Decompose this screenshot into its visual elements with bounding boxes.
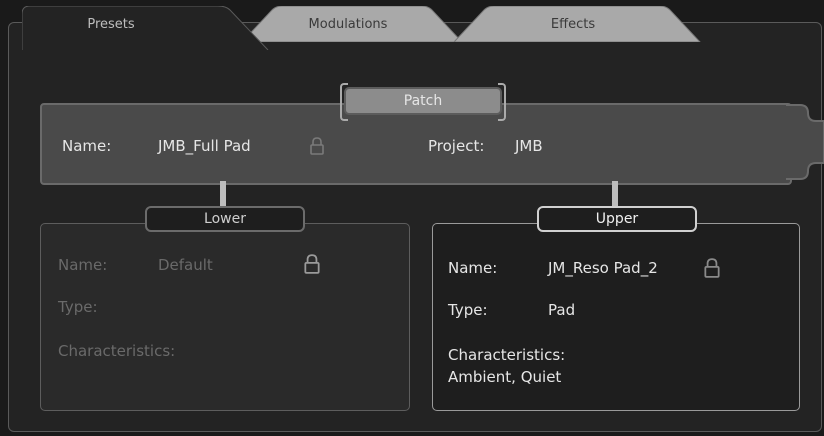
patch-name-label: Name: xyxy=(62,137,112,155)
tab-presets[interactable]: Presets xyxy=(22,6,270,50)
lock-icon[interactable] xyxy=(310,137,324,155)
patch-title: Patch xyxy=(340,83,506,121)
upper-title: Upper xyxy=(537,206,697,232)
patch-name-value[interactable]: JMB_Full Pad xyxy=(158,137,251,155)
patch-panel-extension xyxy=(786,104,824,180)
tab-label: Effects xyxy=(550,16,596,32)
tab-shape xyxy=(22,6,269,50)
lock-icon[interactable] xyxy=(704,258,720,278)
tab-label: Presets xyxy=(87,16,135,32)
lock-icon[interactable] xyxy=(304,254,320,274)
tab-effects[interactable]: Effects xyxy=(444,6,702,42)
lower-title: Lower xyxy=(145,206,305,232)
upper-type-label: Type: xyxy=(448,301,488,319)
upper-name-label: Name: xyxy=(448,259,498,277)
lower-panel xyxy=(40,223,410,411)
project-value[interactable]: JMB xyxy=(515,137,543,155)
upper-type-value: Pad xyxy=(548,301,576,319)
tab-label: Modulations xyxy=(308,16,388,32)
upper-connector xyxy=(612,181,618,207)
lower-characteristics-label: Characteristics: xyxy=(58,342,176,360)
lower-name-label: Name: xyxy=(58,256,108,274)
upper-characteristics-value: Ambient, Quiet xyxy=(448,368,562,386)
lower-connector xyxy=(220,181,226,207)
patch-panel xyxy=(40,103,792,185)
upper-name-value[interactable]: JM_Reso Pad_2 xyxy=(548,259,658,277)
upper-characteristics-label: Characteristics: xyxy=(448,346,566,364)
lower-name-value[interactable]: Default xyxy=(158,256,213,274)
lower-type-label: Type: xyxy=(58,298,98,316)
project-label: Project: xyxy=(428,137,485,155)
